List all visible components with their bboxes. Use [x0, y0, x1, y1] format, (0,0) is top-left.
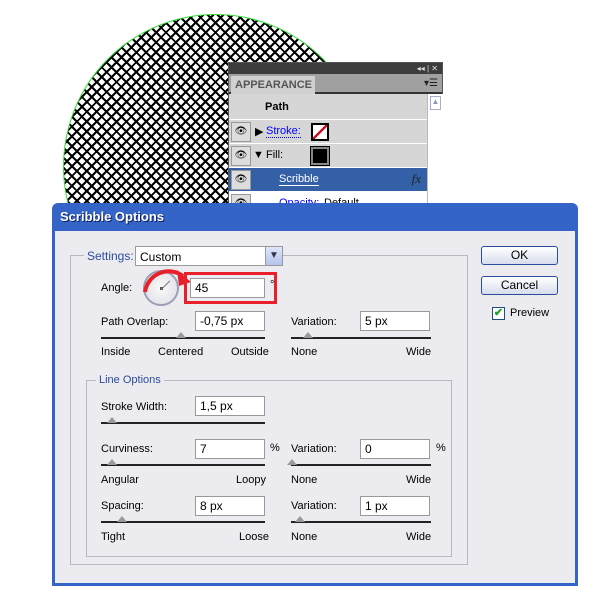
stroke-row[interactable]: 👁 ▶ Stroke:	[229, 120, 427, 144]
appearance-panel: ◂◂ | ✕ APPEARANCE ▾☰ Path 👁 ▶ Stroke: 👁 …	[228, 62, 443, 216]
stroke-width-slider[interactable]	[101, 422, 265, 424]
variation-slider[interactable]	[291, 521, 431, 523]
slider-max-label: Loopy	[236, 474, 266, 486]
eye-icon[interactable]: 👁	[231, 170, 251, 190]
tab-appearance[interactable]: APPEARANCE	[231, 76, 315, 94]
settings-label: Settings:	[84, 249, 137, 263]
angle-input[interactable]	[190, 278, 265, 298]
path-overlap-variation-input[interactable]	[360, 311, 430, 331]
preview-label[interactable]: Preview	[510, 307, 549, 319]
spacing-input[interactable]	[195, 496, 265, 516]
curviness-label: Curviness:	[101, 443, 153, 455]
settings-value: Custom	[140, 250, 182, 264]
variation-label: Variation:	[291, 443, 337, 455]
target-label: Path	[265, 101, 289, 113]
panel-menu-icon[interactable]: ▾☰	[424, 78, 438, 89]
slider-min-label: None	[291, 346, 318, 358]
fill-label: Fill:	[266, 149, 284, 161]
stroke-none-swatch[interactable]	[311, 123, 329, 141]
variation-slider[interactable]	[291, 464, 431, 466]
fill-black-swatch[interactable]	[310, 146, 330, 166]
variation-thumb[interactable]	[303, 332, 313, 338]
slider-max-label: Wide	[406, 531, 432, 543]
settings-select[interactable]: Custom ▼	[135, 246, 283, 266]
spacing-label: Spacing:	[101, 500, 144, 512]
angle-label: Angle:	[101, 282, 133, 294]
scribble-options-dialog: Scribble Options Settings: Custom ▼ Angl…	[52, 203, 578, 586]
stroke-width-thumb[interactable]	[107, 417, 117, 423]
slider-max-label: Wide	[406, 474, 432, 486]
eye-icon[interactable]: 👁	[231, 146, 251, 166]
slider-min-label: Inside	[101, 346, 131, 358]
variation-label: Variation:	[291, 316, 337, 328]
path-overlap-thumb[interactable]	[176, 332, 186, 338]
curviness-slider[interactable]	[101, 464, 265, 466]
slider-max-label: Loose	[239, 531, 269, 543]
ok-button[interactable]: OK	[481, 246, 558, 265]
spacing-thumb[interactable]	[117, 516, 127, 522]
scribble-effect-label[interactable]: Scribble	[279, 173, 319, 186]
fx-icon: fx	[411, 171, 421, 186]
path-row: Path	[229, 96, 427, 120]
curviness-variation-input[interactable]	[360, 439, 430, 459]
panel-header[interactable]: ◂◂ | ✕	[229, 63, 442, 74]
scribble-row[interactable]: 👁 Scribble fx	[229, 168, 427, 192]
fill-row[interactable]: 👁 ▼ Fill:	[229, 144, 427, 168]
slider-min-label: None	[291, 474, 318, 486]
cancel-button[interactable]: Cancel	[481, 276, 558, 295]
curviness-input[interactable]	[195, 439, 265, 459]
slider-max-label: Outside	[231, 346, 269, 358]
spacing-variation-input[interactable]	[360, 496, 430, 516]
slider-max-label: Wide	[406, 346, 432, 358]
variation-label: Variation:	[291, 500, 337, 512]
stroke-width-input[interactable]	[195, 396, 265, 416]
path-overlap-input[interactable]	[195, 311, 265, 331]
slider-min-label: Tight	[101, 531, 126, 543]
eye-icon[interactable]: 👁	[231, 122, 251, 142]
stroke-label[interactable]: Stroke:	[266, 125, 301, 138]
variation-thumb[interactable]	[287, 459, 297, 465]
panel-tabs: APPEARANCE ▾☰	[229, 74, 442, 94]
dialog-title: Scribble Options	[60, 209, 165, 224]
stroke-width-label: Stroke Width:	[101, 401, 168, 413]
slider-min-label: Angular	[101, 474, 139, 486]
percent-unit: %	[270, 442, 280, 454]
variation-thumb[interactable]	[295, 516, 305, 522]
panel-scrollbar[interactable]: ▲	[427, 94, 443, 213]
slider-mid-label: Centered	[158, 346, 204, 358]
percent-unit: %	[436, 442, 446, 454]
curviness-thumb[interactable]	[107, 459, 117, 465]
path-overlap-label: Path Overlap:	[101, 316, 169, 328]
preview-checkbox[interactable]: ✔	[492, 307, 505, 320]
line-options-label: Line Options	[96, 374, 164, 386]
chevron-down-icon[interactable]: ▼	[265, 247, 282, 265]
degree-symbol: °	[270, 279, 275, 291]
slider-min-label: None	[291, 531, 318, 543]
